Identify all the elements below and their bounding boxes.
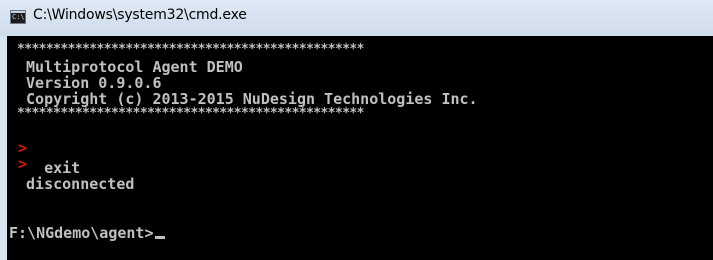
console-line: Multiprotocol Agent DEMO bbox=[17, 58, 243, 76]
text-cursor bbox=[154, 236, 165, 239]
console-output[interactable]: ****************************************… bbox=[7, 36, 713, 260]
separator-line: ****************************************… bbox=[17, 42, 364, 57]
console-line: Version 0.9.0.6 bbox=[17, 74, 162, 92]
prompt-marker: > bbox=[18, 139, 28, 157]
window-title: C:\Windows\system32\cmd.exe bbox=[33, 7, 247, 23]
command-prompt[interactable]: F:\NGdemo\agent> bbox=[9, 225, 165, 241]
separator-line: ****************************************… bbox=[17, 106, 364, 121]
console-line: Copyright (c) 2013-2015 NuDesign Technol… bbox=[17, 90, 478, 108]
cmd-console-icon[interactable]: C:\ bbox=[10, 10, 26, 24]
prompt-path: F:\NGdemo\agent> bbox=[9, 224, 154, 242]
console-line: disconnected bbox=[17, 175, 135, 193]
title-bar[interactable]: C:\ C:\Windows\system32\cmd.exe bbox=[0, 0, 713, 36]
console-window: C:\ C:\Windows\system32\cmd.exe ********… bbox=[0, 0, 713, 260]
console-line: exit bbox=[17, 159, 81, 177]
